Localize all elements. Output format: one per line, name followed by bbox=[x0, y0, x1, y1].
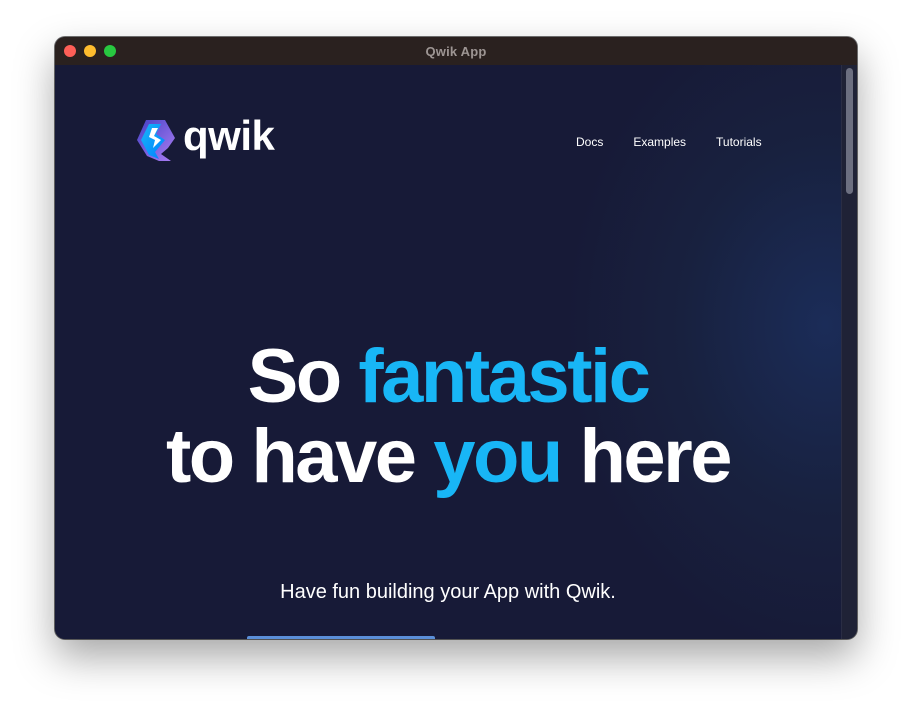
hero-text-to-have: to have bbox=[166, 414, 434, 499]
vertical-scrollbar[interactable] bbox=[841, 65, 857, 639]
nav-link-docs[interactable]: Docs bbox=[576, 135, 603, 149]
nav-link-tutorials[interactable]: Tutorials bbox=[716, 135, 762, 149]
page-viewport: qwik Docs Examples Tutorials So fantasti… bbox=[55, 65, 841, 639]
hero-line-1: So fantastic bbox=[247, 334, 651, 419]
cta-button-edge[interactable] bbox=[247, 636, 435, 639]
hero-text-so: So bbox=[247, 334, 359, 419]
hero-heading: So fantastic to have you here bbox=[55, 337, 841, 497]
window-title: Qwik App bbox=[425, 43, 487, 59]
logo-wordmark: qwik bbox=[183, 112, 275, 159]
scrollbar-thumb[interactable] bbox=[846, 68, 853, 194]
browser-window: Qwik App qwik Docs Examples Tutorials So… bbox=[55, 37, 857, 639]
hero-text-here: here bbox=[560, 414, 732, 499]
maximize-window-button[interactable] bbox=[104, 45, 116, 57]
hero-accent-you: you bbox=[433, 414, 563, 499]
title-bar: Qwik App bbox=[55, 37, 857, 65]
hero-accent-fantastic: fantastic bbox=[358, 334, 651, 419]
top-navigation: Docs Examples Tutorials bbox=[576, 135, 762, 149]
nav-link-examples[interactable]: Examples bbox=[633, 135, 686, 149]
qwik-logo-icon bbox=[137, 120, 175, 161]
minimize-window-button[interactable] bbox=[84, 45, 96, 57]
close-window-button[interactable] bbox=[64, 45, 76, 57]
hero-subtitle: Have fun building your App with Qwik. bbox=[280, 581, 616, 603]
hero-line-2: to have you here bbox=[166, 414, 732, 499]
qwik-logo-link[interactable]: qwik bbox=[135, 112, 275, 162]
